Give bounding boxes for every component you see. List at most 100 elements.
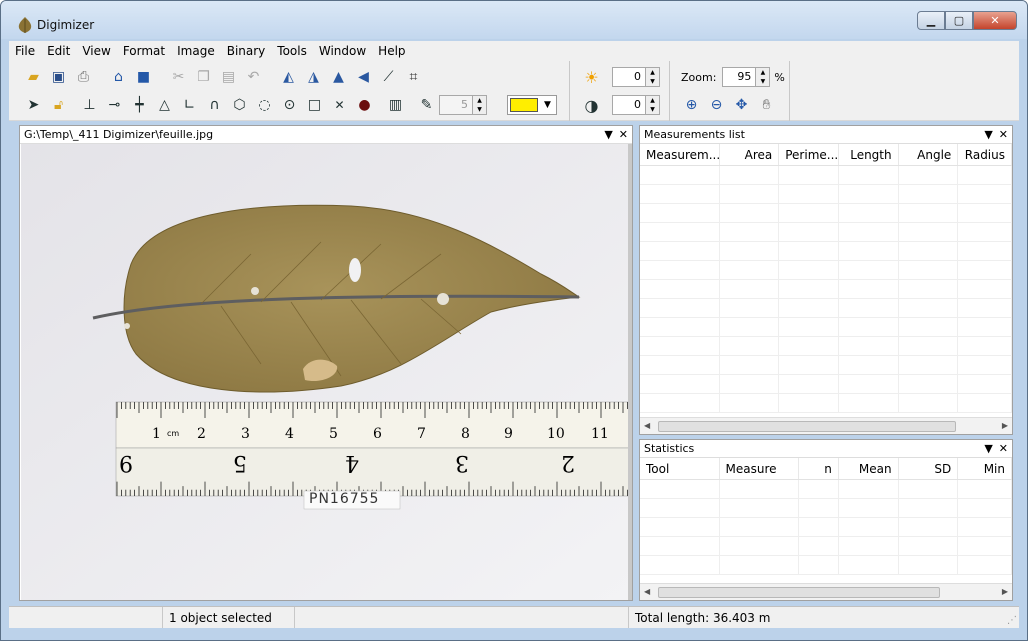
polyline-tool[interactable]: ∩: [202, 93, 227, 117]
circle-tool[interactable]: ⊙: [277, 93, 302, 117]
scroll-thumb[interactable]: [658, 421, 956, 432]
calibrate-button[interactable]: ⟋: [376, 65, 401, 89]
statistics-hscrollbar[interactable]: ◀ ▶: [640, 583, 1012, 600]
column-header[interactable]: Length: [839, 144, 899, 165]
flip-horizontal-button[interactable]: ▲: [326, 65, 351, 89]
perpendicular-tool[interactable]: ∟: [177, 93, 202, 117]
column-header[interactable]: Min: [958, 458, 1012, 479]
pane-close-icon[interactable]: ✕: [619, 128, 628, 141]
scroll-right-icon[interactable]: ▶: [1002, 421, 1008, 430]
scroll-right-icon[interactable]: ▶: [1002, 587, 1008, 596]
zoom-in-button[interactable]: ⊕: [679, 93, 704, 117]
scroll-left-icon[interactable]: ◀: [644, 421, 650, 430]
menu-help[interactable]: Help: [372, 44, 411, 58]
brightness-button[interactable]: ☀: [579, 65, 604, 89]
hand-button[interactable]: ✋︎: [754, 93, 779, 117]
rotate-right-button[interactable]: ◮: [301, 65, 326, 89]
menu-edit[interactable]: Edit: [41, 44, 76, 58]
close-button[interactable]: ✕: [973, 11, 1017, 30]
table-row[interactable]: [640, 499, 1012, 518]
table-row[interactable]: [640, 480, 1012, 499]
scroll-left-icon[interactable]: ◀: [644, 587, 650, 596]
menu-view[interactable]: View: [76, 44, 116, 58]
image-canvas[interactable]: 1 cm 2 3 4 5 6 7 8 9 10 11 9 5 4 3 2 PN1…: [21, 144, 629, 600]
minimize-button[interactable]: ▁: [917, 11, 945, 30]
rectangle-tool[interactable]: □: [302, 93, 327, 117]
paste-button[interactable]: ▤: [216, 65, 241, 89]
flip-vertical-button[interactable]: ◀: [351, 65, 376, 89]
save-button[interactable]: ▣: [46, 65, 71, 89]
barcode-tool[interactable]: ▥: [383, 93, 408, 117]
table-row[interactable]: [640, 166, 1012, 185]
table-row[interactable]: [640, 337, 1012, 356]
menu-binary[interactable]: Binary: [221, 44, 272, 58]
zoom-out-button[interactable]: ⊖: [704, 93, 729, 117]
table-row[interactable]: [640, 299, 1012, 318]
maximize-button[interactable]: ▢: [945, 11, 973, 30]
table-row[interactable]: [640, 261, 1012, 280]
menu-image[interactable]: Image: [171, 44, 221, 58]
column-header[interactable]: SD: [899, 458, 959, 479]
angle-tool[interactable]: △: [152, 93, 177, 117]
resize-grip-icon[interactable]: ⋰: [1007, 615, 1017, 626]
statistics-grid[interactable]: Tool Measure n Mean SD Min: [640, 458, 1012, 582]
table-row[interactable]: [640, 318, 1012, 337]
menu-window[interactable]: Window: [313, 44, 372, 58]
pane-menu-icon[interactable]: ▼: [604, 128, 612, 141]
brightness-stepper[interactable]: 0 ▲ ▼: [612, 67, 660, 87]
cross-tool[interactable]: ✕: [327, 93, 352, 117]
rotate-left-button[interactable]: ◭: [276, 65, 301, 89]
scanner-button[interactable]: ⌂: [106, 65, 131, 89]
polygon-tool[interactable]: ⬡: [227, 93, 252, 117]
table-row[interactable]: [640, 280, 1012, 299]
column-header[interactable]: Measure: [720, 458, 800, 479]
column-header[interactable]: Angle: [899, 144, 959, 165]
menu-tools[interactable]: Tools: [271, 44, 313, 58]
pane-close-icon[interactable]: ✕: [999, 442, 1008, 455]
color-picker[interactable]: ▼: [507, 95, 557, 115]
camera-button[interactable]: ■: [131, 65, 156, 89]
brush-size-stepper[interactable]: 5 ▲ ▼: [439, 95, 487, 115]
multi-line-tool[interactable]: ┿: [127, 93, 152, 117]
column-header[interactable]: n: [799, 458, 839, 479]
marker-tool[interactable]: ⊥: [77, 93, 102, 117]
table-row[interactable]: [640, 556, 1012, 575]
contrast-stepper[interactable]: 0 ▲ ▼: [612, 95, 660, 115]
table-row[interactable]: [640, 518, 1012, 537]
cut-button[interactable]: ✂: [166, 65, 191, 89]
undo-button[interactable]: ↶: [241, 65, 266, 89]
measurements-hscrollbar[interactable]: ◀ ▶: [640, 417, 1012, 434]
move-button[interactable]: ✥: [729, 93, 754, 117]
dot-tool[interactable]: ●: [352, 93, 377, 117]
print-button[interactable]: ⎙: [71, 65, 96, 89]
table-row[interactable]: [640, 537, 1012, 556]
zoom-stepper[interactable]: 95 ▲ ▼: [722, 67, 771, 87]
column-header[interactable]: Area: [720, 144, 780, 165]
column-header[interactable]: Tool: [640, 458, 720, 479]
pane-menu-icon[interactable]: ▼: [984, 128, 992, 141]
table-row[interactable]: [640, 356, 1012, 375]
lock-tool[interactable]: 🔓︎: [46, 93, 71, 117]
crop-button[interactable]: ⌗: [401, 65, 426, 89]
table-row[interactable]: [640, 394, 1012, 413]
contrast-button[interactable]: ◑: [579, 93, 604, 117]
column-header[interactable]: Measurem...: [640, 144, 720, 165]
pane-close-icon[interactable]: ✕: [999, 128, 1008, 141]
closed-curve-tool[interactable]: ◌: [252, 93, 277, 117]
table-row[interactable]: [640, 375, 1012, 394]
scroll-thumb[interactable]: [658, 587, 940, 598]
table-row[interactable]: [640, 204, 1012, 223]
pane-menu-icon[interactable]: ▼: [984, 442, 992, 455]
measurements-grid[interactable]: Measurem... Area Perime... Length Angle …: [640, 144, 1012, 416]
document-scrollbar[interactable]: [628, 144, 632, 600]
menu-format[interactable]: Format: [117, 44, 171, 58]
table-row[interactable]: [640, 242, 1012, 261]
column-header[interactable]: Mean: [839, 458, 899, 479]
title-bar[interactable]: Digimizer ▁ ▢ ✕: [1, 1, 1027, 39]
column-header[interactable]: Radius: [958, 144, 1012, 165]
column-header[interactable]: Perime...: [779, 144, 839, 165]
pointer-tool[interactable]: ➤: [21, 93, 46, 117]
brush-tool[interactable]: ✎: [414, 93, 439, 117]
table-row[interactable]: [640, 185, 1012, 204]
open-button[interactable]: ▰: [21, 65, 46, 89]
